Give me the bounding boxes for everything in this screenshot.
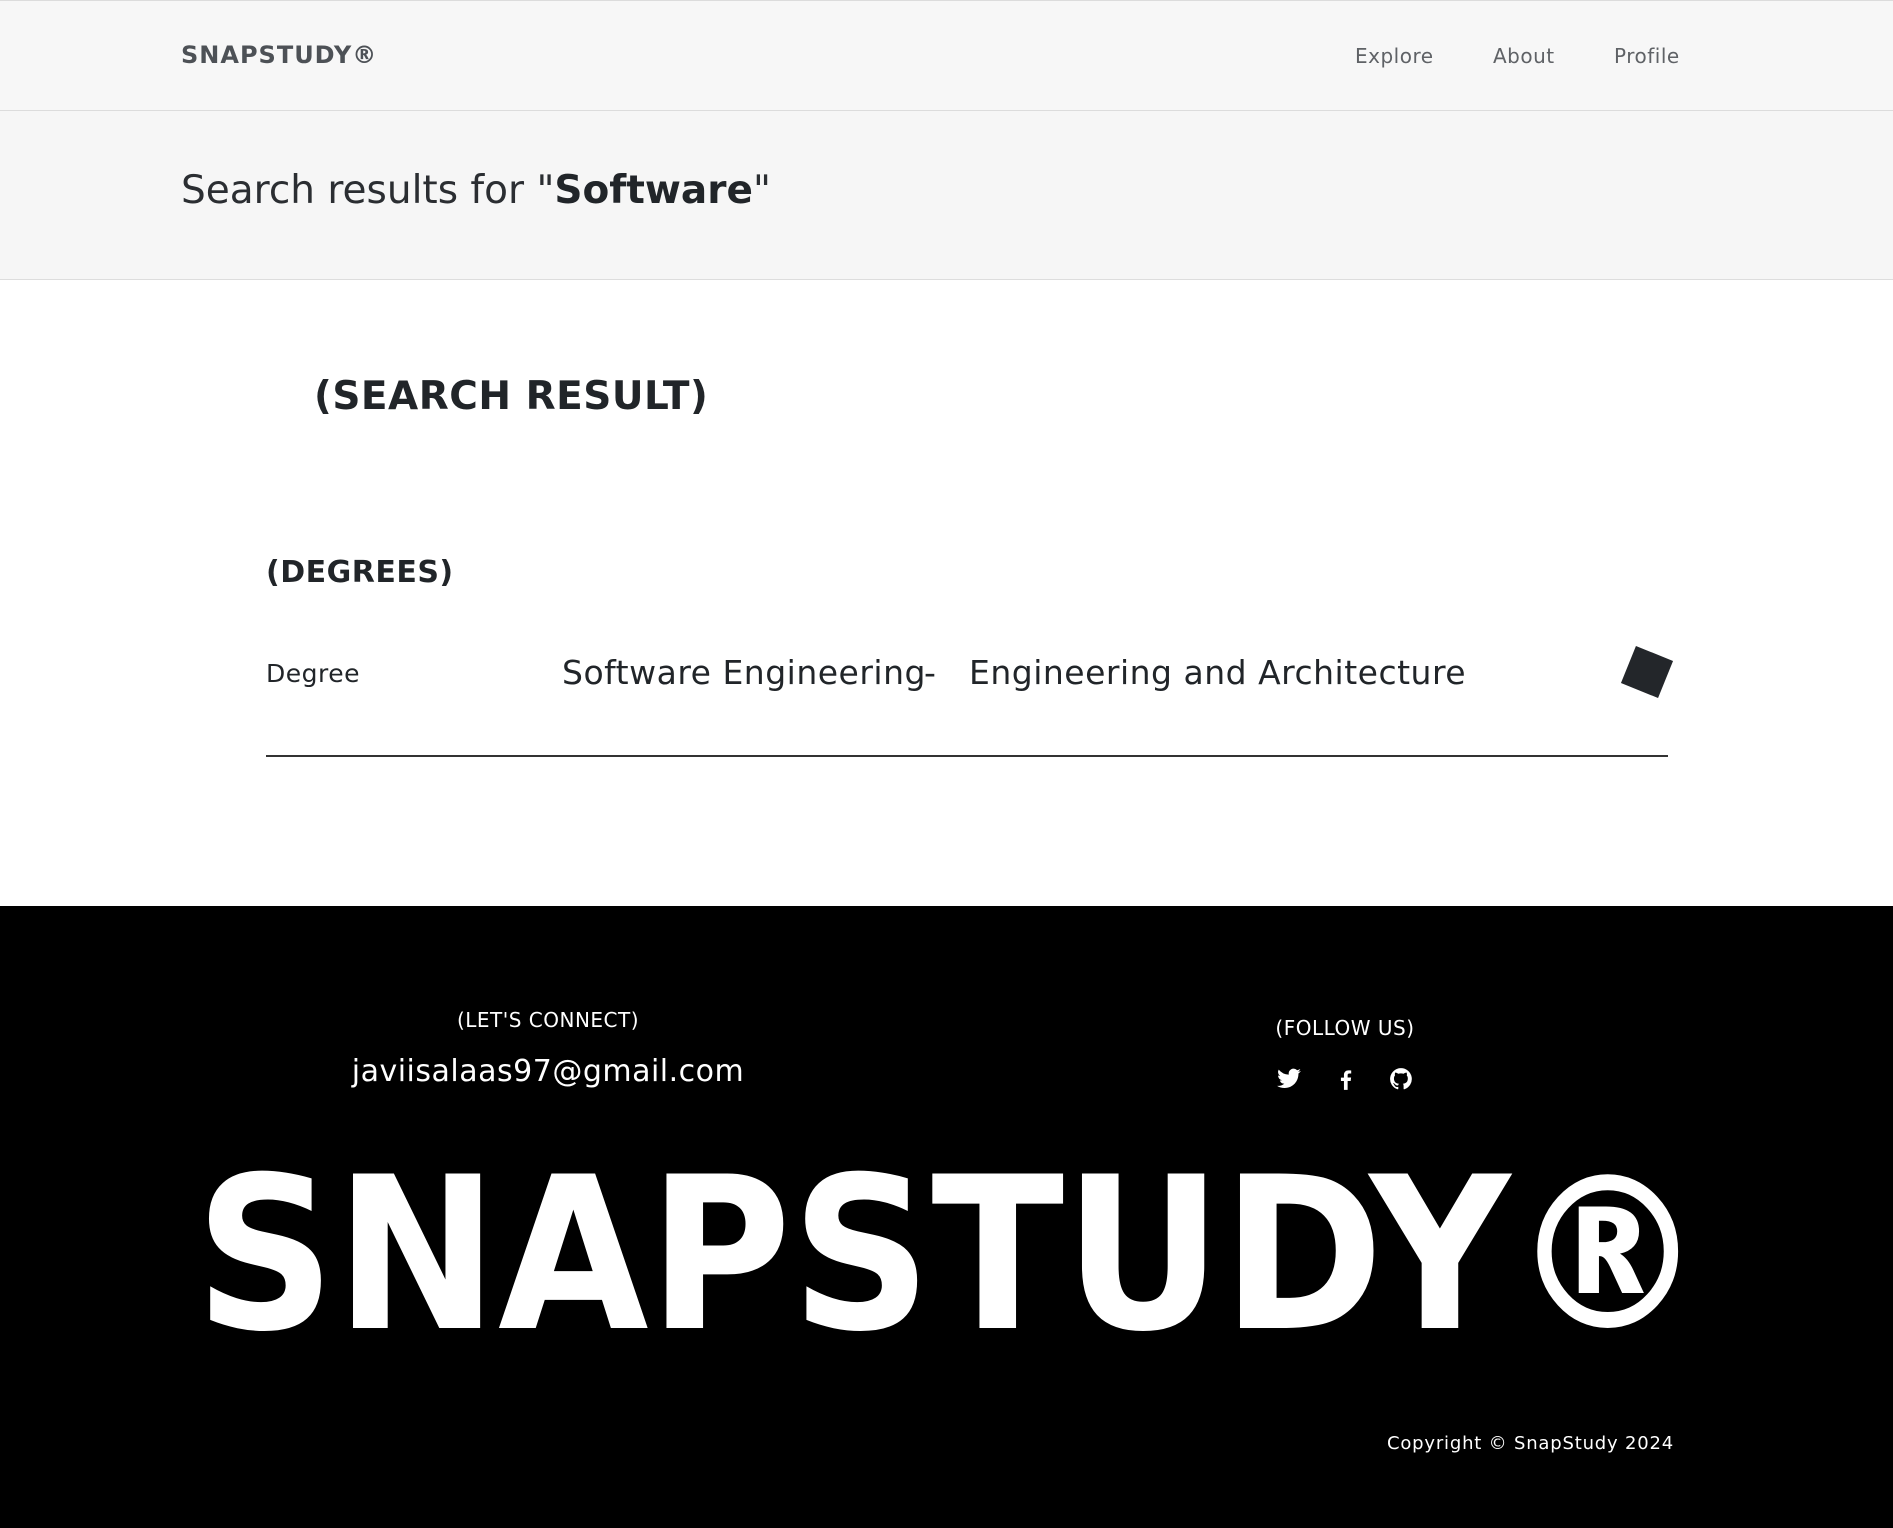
search-title: Search results for "Software": [181, 168, 771, 213]
degrees-heading: (DEGREES): [266, 555, 454, 590]
facebook-icon[interactable]: [1333, 1066, 1359, 1092]
search-title-suffix: ": [752, 168, 771, 213]
footer-big-logo-text: SNAPSTUDY®: [195, 1158, 1705, 1348]
degree-type-label: Degree: [266, 659, 360, 688]
footer: (LET'S CONNECT) javiisalaas97@gmail.com …: [0, 906, 1893, 1528]
degree-row[interactable]: Degree Software Engineering - Engineerin…: [266, 640, 1674, 757]
arrow-icon[interactable]: [1620, 645, 1674, 699]
degree-faculty: Engineering and Architecture: [969, 653, 1467, 692]
navbar: SNAPSTUDY® Explore About Profile: [0, 0, 1893, 111]
nav-link-about[interactable]: About: [1493, 44, 1555, 68]
nav-link-profile[interactable]: Profile: [1614, 44, 1680, 68]
search-title-prefix: Search results for ": [181, 168, 555, 213]
copyright-text: Copyright © SnapStudy 2024: [1387, 1433, 1674, 1454]
brand-logo-link[interactable]: SNAPSTUDY®: [181, 41, 377, 69]
contact-email-link[interactable]: javiisalaas97@gmail.com: [308, 1054, 788, 1089]
follow-label: (FOLLOW US): [1275, 1016, 1415, 1040]
twitter-icon[interactable]: [1276, 1066, 1302, 1092]
search-query: Software: [554, 168, 753, 213]
degree-name[interactable]: Software Engineering: [562, 653, 926, 692]
nav-link-explore[interactable]: Explore: [1355, 44, 1434, 68]
footer-big-logo: SNAPSTUDY®: [190, 1158, 1710, 1348]
search-header: Search results for "Software": [0, 111, 1893, 280]
connect-label: (LET'S CONNECT): [456, 1008, 640, 1032]
github-icon[interactable]: [1388, 1066, 1414, 1092]
degree-separator: -: [924, 653, 936, 692]
results-heading: (SEARCH RESULT): [314, 374, 709, 419]
